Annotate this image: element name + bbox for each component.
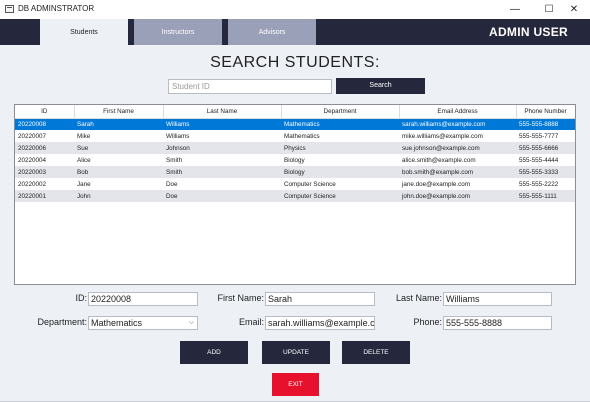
table-cell: Computer Science [281, 178, 399, 190]
table-cell: Sarah [74, 118, 163, 130]
email-field[interactable]: sarah.williams@example.c [265, 316, 375, 330]
phone-field[interactable]: 555-555-8888 [443, 316, 552, 330]
column-header-first-name[interactable]: First Name [74, 105, 164, 119]
exit-button[interactable]: EXIT [272, 373, 319, 396]
table-cell: Physics [281, 142, 399, 154]
table-cell: 555-555-6666 [516, 142, 575, 154]
app-icon [5, 5, 14, 13]
table-cell: Smith [163, 154, 281, 166]
table-cell: 555-555-8888 [516, 118, 575, 130]
last-name-field[interactable]: Williams [443, 292, 552, 306]
window-titlebar: DB ADMINSTRATOR — ☐ ✕ [0, 0, 590, 19]
table-cell: mike.williams@example.com [399, 130, 516, 142]
table-cell: John [74, 190, 163, 202]
table-cell: john.doe@example.com [399, 190, 516, 202]
admin-user-label: ADMIN USER [488, 25, 568, 39]
column-header-department[interactable]: Department [281, 105, 400, 119]
id-label: ID: [75, 293, 87, 303]
table-cell: Biology [281, 154, 399, 166]
table-cell: Alice [74, 154, 163, 166]
table-cell: Jane [74, 178, 163, 190]
table-cell: 555-555-1111 [516, 190, 575, 202]
table-cell: Doe [163, 178, 281, 190]
table-cell: 20220006 [15, 142, 74, 154]
add-button[interactable]: ADD [180, 341, 248, 364]
table-cell: 20220008 [15, 118, 74, 130]
table-cell: Mike [74, 130, 163, 142]
table-cell: Williams [163, 118, 281, 130]
tab-students[interactable]: Students [40, 19, 128, 45]
app-header: Students Instructors Advisors ADMIN USER [0, 19, 590, 45]
table-cell: 20220002 [15, 178, 74, 190]
students-table[interactable]: ID First Name Last Name Department Email… [14, 104, 576, 285]
table-cell: 20220003 [15, 166, 74, 178]
last-name-label: Last Name: [395, 293, 442, 303]
table-cell: Doe [163, 190, 281, 202]
table-row[interactable]: 20220007 Mike Williams Mathematics mike.… [15, 130, 575, 142]
column-header-id[interactable]: ID [15, 105, 75, 119]
tab-instructors[interactable]: Instructors [134, 19, 222, 45]
table-row[interactable]: 20220002 Jane Doe Computer Science jane.… [15, 178, 575, 190]
student-id-search-input[interactable] [168, 79, 332, 94]
table-cell: Smith [163, 166, 281, 178]
search-button[interactable]: Search [336, 78, 425, 94]
table-cell: bob.smith@example.com [399, 166, 516, 178]
column-header-phone[interactable]: Phone Number [516, 105, 575, 119]
table-cell: Williams [163, 130, 281, 142]
table-cell: alice.smith@example.com [399, 154, 516, 166]
table-cell: Computer Science [281, 190, 399, 202]
table-cell: 20220007 [15, 130, 74, 142]
chevron-down-icon: ⌵ [188, 319, 194, 326]
table-cell: 555-555-4444 [516, 154, 575, 166]
department-value: Mathematics [91, 318, 143, 328]
table-cell: 20220001 [15, 190, 74, 202]
tab-advisors[interactable]: Advisors [228, 19, 316, 45]
column-header-email[interactable]: Email Address [399, 105, 517, 119]
phone-label: Phone: [413, 317, 442, 327]
column-header-last-name[interactable]: Last Name [163, 105, 282, 119]
first-name-label: First Name: [217, 293, 264, 303]
delete-button[interactable]: DELETE [342, 341, 410, 364]
table-cell: 20220004 [15, 154, 74, 166]
email-label: Email: [238, 317, 264, 327]
table-cell: 555-555-7777 [516, 130, 575, 142]
window-title: DB ADMINSTRATOR [18, 4, 95, 13]
table-cell: 555-555-3333 [516, 166, 575, 178]
table-cell: sarah.williams@example.com [399, 118, 516, 130]
first-name-field[interactable]: Sarah [265, 292, 375, 306]
table-row[interactable]: 20220001 John Doe Computer Science john.… [15, 190, 575, 202]
department-dropdown[interactable]: Mathematics ⌵ [88, 316, 198, 330]
update-button[interactable]: UPDATE [262, 341, 330, 364]
table-header-row: ID First Name Last Name Department Email… [15, 105, 575, 119]
table-cell: Mathematics [281, 130, 399, 142]
table-cell: jane.doe@example.com [399, 178, 516, 190]
table-cell: sue.johnson@example.com [399, 142, 516, 154]
table-cell: Sue [74, 142, 163, 154]
table-row[interactable]: 20220003 Bob Smith Biology bob.smith@exa… [15, 166, 575, 178]
table-cell: Johnson [163, 142, 281, 154]
id-field[interactable]: 20220008 [88, 292, 198, 306]
table-row[interactable]: 20220008 Sarah Williams Mathematics sara… [15, 118, 575, 130]
minimize-button[interactable]: — [497, 1, 533, 18]
close-button[interactable]: ✕ [556, 1, 590, 18]
page-title: SEARCH STUDENTS: [210, 54, 380, 71]
table-cell: Biology [281, 166, 399, 178]
table-row[interactable]: 20220006 Sue Johnson Physics sue.johnson… [15, 142, 575, 154]
table-cell: Mathematics [281, 118, 399, 130]
table-cell: 555-555-2222 [516, 178, 575, 190]
department-label: Department: [37, 317, 87, 327]
table-row[interactable]: 20220004 Alice Smith Biology alice.smith… [15, 154, 575, 166]
table-cell: Bob [74, 166, 163, 178]
